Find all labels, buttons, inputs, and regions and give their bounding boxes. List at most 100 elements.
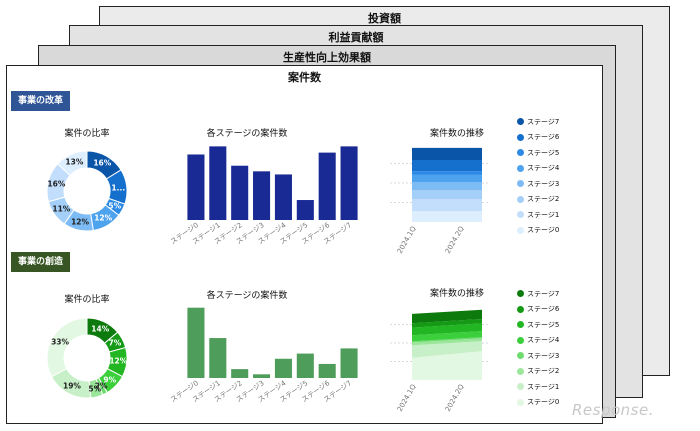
creation-legend-swatch-4 [517, 352, 524, 360]
creation-legend-label-2: ステージ5 [527, 320, 560, 329]
creation-bar-5 [296, 353, 314, 378]
sheet-title-case-count: 案件数 [288, 71, 321, 84]
creation-legend-item-6: ステージ1 [517, 379, 559, 395]
reform-legend-item-0: ステージ7 [517, 114, 559, 130]
reform-area-layer-2 [412, 190, 482, 200]
creation-slice-7 [46, 317, 88, 378]
donut-chart-creation: 14% 7% 12% 9% 2% 5% 19% 33% [42, 313, 132, 403]
creation-legend-label-0: ステージ7 [527, 289, 560, 298]
creation-legend-item-2: ステージ5 [517, 317, 559, 333]
reform-legend-swatch-1 [517, 133, 524, 141]
reform-bar-5 [296, 200, 314, 220]
reform-bar-3 [253, 171, 271, 220]
reform-legend-item-2: ステージ5 [517, 145, 559, 161]
reform-slice-label-3: 12% [94, 213, 113, 223]
creation-bar-0 [187, 307, 205, 378]
creation-slice-label-6: 19% [62, 381, 81, 391]
reform-legend-item-3: ステージ4 [517, 161, 559, 177]
reform-legend-label-5: ステージ2 [527, 195, 560, 204]
reform-area-layer-3 [412, 182, 482, 191]
creation-legend-swatch-3 [517, 336, 524, 344]
reform-legend-swatch-3 [517, 164, 524, 172]
creation-legend-item-5: ステージ2 [517, 364, 559, 380]
reform-area-layer-1 [412, 199, 482, 212]
reform-legend-swatch-2 [517, 149, 524, 157]
creation-legend-swatch-7 [517, 398, 524, 406]
reform-legend-label-2: ステージ5 [527, 148, 560, 157]
creation-legend-item-1: ステージ6 [517, 302, 559, 318]
reform-legend-swatch-0 [517, 118, 524, 126]
reform-x-tick-1: 2024.2Q [444, 225, 466, 255]
reform-legend-label-7: ステージ0 [527, 226, 560, 235]
reform-legend-item-4: ステージ3 [517, 176, 559, 192]
reform-slice-label-1: 1... [111, 183, 126, 192]
response-watermark: Response. [572, 401, 654, 419]
reform-slice-label-6: 16% [47, 179, 66, 189]
creation-bar-4 [274, 358, 292, 378]
section-label-reform: 事業の改革 [11, 91, 71, 111]
reform-bar-7 [340, 146, 358, 220]
donut-chart-reform: 16% 1... 5% 12% 12% 11% 16% 13% [42, 146, 132, 236]
reform-legend-label-0: ステージ7 [527, 117, 560, 126]
creation-bar-7 [340, 348, 358, 378]
reform-slice-label-5: 11% [52, 204, 71, 214]
creation-bar-1 [209, 338, 227, 378]
reform-area-layer-0 [412, 211, 482, 222]
reform-legend-swatch-6 [517, 211, 524, 219]
creation-legend-swatch-5 [517, 367, 524, 375]
bar-chart-creation: ステージ0ステージ1ステージ2ステージ3ステージ4ステージ5ステージ6ステージ7 [169, 307, 358, 404]
creation-x-tick-1: 2024.2Q [444, 383, 466, 413]
sheet-case-count: 案件数 事業の改革 案件の比率 各ステージの案件数 案件数の推移 16% 1...… [6, 65, 603, 424]
sheet-title-profit: 利益貢献額 [328, 31, 384, 44]
reform-bar-6 [318, 152, 336, 220]
creation-slice-label-1: 7% [108, 338, 122, 348]
sheet-title-investment: 投資額 [368, 12, 401, 25]
reform-area-layer-4 [412, 174, 482, 183]
creation-legend-label-5: ステージ2 [527, 367, 560, 376]
reform-x-tick-0: 2024.1Q [396, 225, 418, 255]
legend-creation: ステージ7 ステージ6 ステージ5 ステージ4 ステージ3 ステージ2 ステージ1 ステージ0 [517, 286, 559, 410]
creation-legend-item-4: ステージ3 [517, 348, 559, 364]
donut-title-creation: 案件の比率 [64, 295, 110, 305]
creation-slice-label-5: 5% [88, 384, 102, 394]
creation-legend-swatch-1 [517, 305, 524, 313]
reform-legend-item-1: ステージ6 [517, 130, 559, 146]
creation-bar-6 [318, 363, 336, 378]
creation-legend-item-3: ステージ4 [517, 333, 559, 349]
creation-bar-2 [231, 369, 249, 378]
area-title-creation: 案件数の推移 [429, 289, 484, 299]
reform-legend-label-4: ステージ3 [527, 179, 560, 188]
creation-x-tick-0: 2024.1Q [396, 383, 418, 413]
reform-bar-2 [231, 165, 249, 220]
reform-slice-label-2: 5% [108, 201, 122, 211]
creation-slice-label-2: 12% [109, 356, 128, 366]
reform-area-layer-6 [412, 160, 482, 172]
reform-bar-0 [187, 154, 205, 220]
creation-bar-3 [253, 374, 271, 378]
creation-slice-label-0: 14% [91, 324, 110, 334]
creation-legend-label-6: ステージ1 [527, 382, 560, 391]
bar-chart-reform: ステージ0ステージ1ステージ2ステージ3ステージ4ステージ5ステージ6ステージ7 [169, 146, 358, 246]
area-chart-reform: 2024.1Q 2024.2Q [390, 147, 490, 255]
reform-legend-swatch-4 [517, 180, 524, 188]
reform-bar-1 [209, 146, 227, 220]
sheet-title-productivity: 生産性向上効果額 [283, 51, 371, 64]
reform-slice-label-4: 12% [71, 217, 90, 227]
reform-legend-label-3: ステージ4 [527, 164, 560, 173]
creation-legend-label-3: ステージ4 [527, 336, 560, 345]
reform-legend-item-6: ステージ1 [517, 207, 559, 223]
reform-legend-swatch-5 [517, 195, 524, 203]
reform-slice-label-0: 16% [93, 158, 112, 168]
creation-legend-label-4: ステージ3 [527, 351, 560, 360]
creation-legend-label-1: ステージ6 [527, 305, 560, 314]
reform-area-layer-5 [412, 171, 482, 175]
reform-legend-label-6: ステージ1 [527, 210, 560, 219]
reform-legend-item-7: ステージ0 [517, 223, 559, 239]
reform-legend-item-5: ステージ2 [517, 192, 559, 208]
donut-title-reform: 案件の比率 [64, 129, 110, 139]
creation-legend-label-7: ステージ0 [527, 398, 560, 407]
creation-legend-item-0: ステージ7 [517, 286, 559, 302]
creation-legend-swatch-6 [517, 383, 524, 391]
reform-legend-swatch-7 [517, 226, 524, 234]
creation-slice-label-7: 33% [51, 337, 70, 347]
